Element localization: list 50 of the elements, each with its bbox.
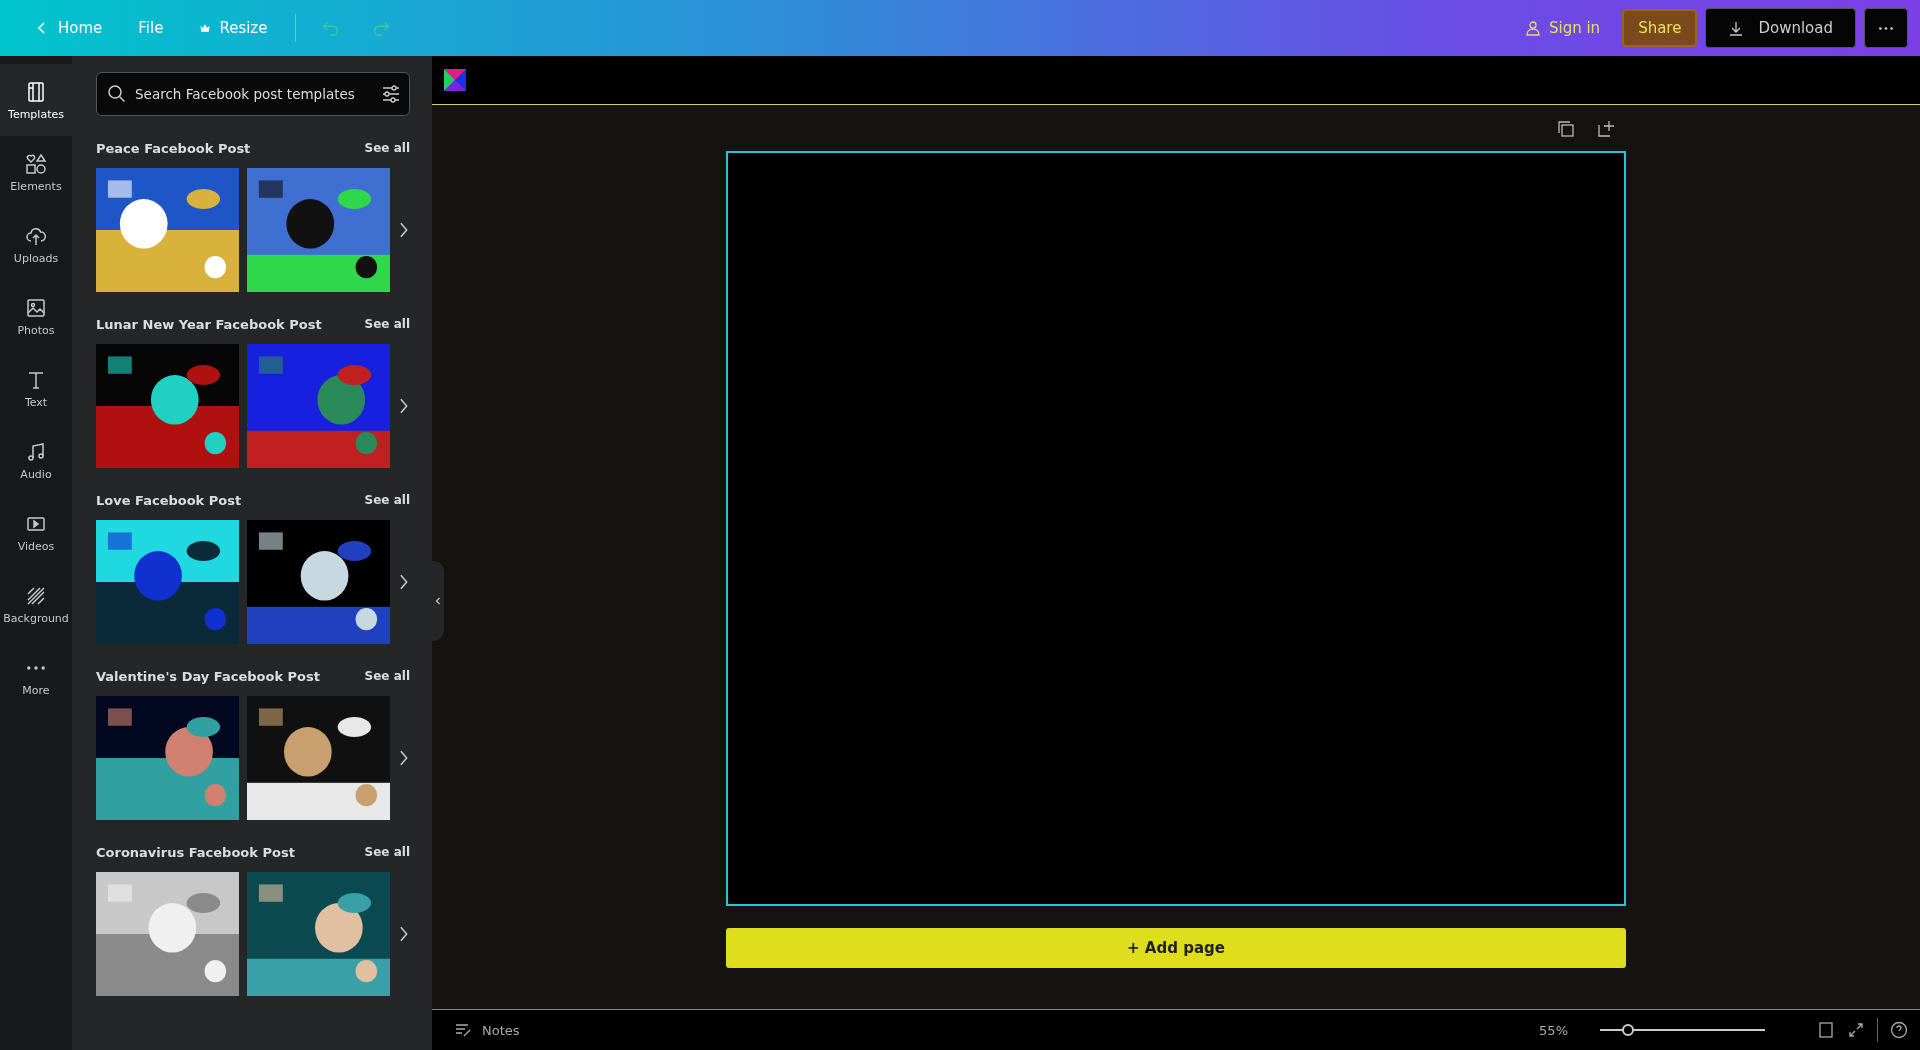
add-page-button[interactable]: + Add page — [726, 928, 1626, 968]
more-icon — [1879, 26, 1893, 30]
section-title: Valentine's Day Facebook Post — [96, 668, 320, 684]
sidebar-item[interactable]: Templates — [0, 64, 72, 136]
section-title: Coronavirus Facebook Post — [96, 844, 295, 860]
color-palette-icon[interactable] — [444, 69, 466, 91]
search-icon — [107, 84, 127, 104]
chevron-right-icon[interactable] — [398, 220, 410, 240]
elements-icon — [24, 151, 48, 176]
help-icon[interactable] — [1890, 1021, 1908, 1039]
chevron-right-icon[interactable] — [398, 572, 410, 592]
more-icon — [27, 665, 45, 670]
see-all-link[interactable]: See all — [364, 845, 410, 859]
chevron-right-icon[interactable] — [398, 924, 410, 944]
page-icon[interactable] — [1817, 1021, 1835, 1039]
sidebar-item[interactable]: Background — [0, 568, 72, 640]
section-title: Peace Facebook Post — [96, 140, 251, 156]
sign-in-button[interactable]: Sign in — [1510, 11, 1615, 45]
collapse-handle[interactable] — [432, 561, 444, 641]
filter-icon[interactable] — [381, 84, 401, 104]
see-all-link[interactable]: See all — [364, 493, 410, 507]
add-page-icon[interactable] — [1596, 119, 1616, 139]
person-icon — [1524, 20, 1541, 36]
notes-button[interactable]: Notes — [448, 1020, 526, 1040]
search-input[interactable]: Search Facebook post templates — [135, 86, 373, 102]
sidebar-item[interactable]: Videos — [0, 496, 72, 568]
duplicate-icon[interactable] — [1556, 119, 1576, 139]
download-button[interactable]: Download — [1705, 8, 1856, 48]
chevron-left-icon — [435, 596, 441, 606]
section-title: Love Facebook Post — [96, 492, 242, 508]
chevron-right-icon[interactable] — [398, 396, 410, 416]
see-all-link[interactable]: See all — [364, 317, 410, 331]
sidebar-item[interactable]: Elements — [0, 136, 72, 208]
zoom-level: 55% — [1539, 1022, 1568, 1038]
sidebar-item[interactable]: Audio — [0, 424, 72, 496]
notes-icon — [454, 1021, 472, 1039]
search-field[interactable]: Search Facebook post templates — [96, 72, 410, 116]
sidebar-item[interactable]: More — [0, 640, 72, 712]
download-icon — [1728, 20, 1745, 36]
sidebar-item[interactable]: Uploads — [0, 208, 72, 280]
fullscreen-icon[interactable] — [1847, 1021, 1865, 1039]
share-button[interactable]: Share — [1622, 9, 1698, 47]
sidebar-item[interactable]: Text — [0, 352, 72, 424]
see-all-link[interactable]: See all — [364, 141, 410, 155]
crown-icon — [199, 22, 212, 34]
section-title: Lunar New Year Facebook Post — [96, 316, 322, 332]
sidebar-item[interactable]: Photos — [0, 280, 72, 352]
more-button[interactable] — [1864, 8, 1908, 48]
chevron-right-icon[interactable] — [398, 748, 410, 768]
see-all-link[interactable]: See all — [364, 669, 410, 683]
